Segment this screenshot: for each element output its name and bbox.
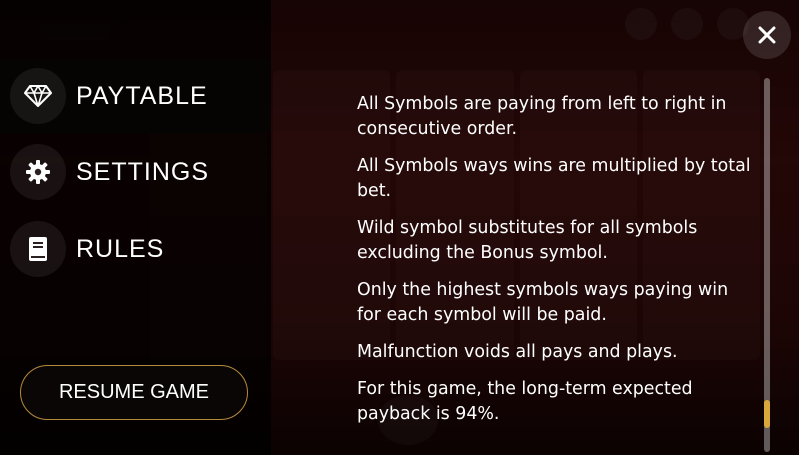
- menu-item-label: PAYTABLE: [76, 81, 208, 110]
- scrollbar[interactable]: [764, 78, 770, 452]
- book-icon: [10, 221, 66, 277]
- rule-text: For this game, the long-term expected pa…: [357, 379, 693, 424]
- resume-game-button[interactable]: RESUME GAME: [20, 365, 248, 420]
- scrollbar-thumb[interactable]: [764, 400, 770, 428]
- paytable-content: All Symbols are paying from left to righ…: [357, 92, 752, 439]
- menu-item-paytable[interactable]: PAYTABLE: [0, 59, 271, 133]
- rule-text: Only the highest symbols ways paying win…: [357, 280, 729, 325]
- rule-text: All Symbols are paying from left to righ…: [357, 94, 727, 139]
- close-button[interactable]: [743, 11, 791, 59]
- menu-sidebar: PAYTABLE SETTINGS RULES RESUME GAME: [0, 0, 271, 455]
- close-icon: [758, 26, 776, 44]
- rule-text: Wild symbol substitutes for all symbols …: [357, 218, 698, 263]
- rule-text: All Symbols ways wins are multiplied by …: [357, 156, 751, 201]
- menu-item-label: RULES: [76, 234, 165, 263]
- rule-text: Malfunction voids all pays and plays.: [357, 342, 678, 362]
- menu-item-rules[interactable]: RULES: [0, 212, 271, 286]
- diamond-icon: [10, 68, 66, 124]
- gear-icon: [10, 144, 66, 200]
- menu-item-settings[interactable]: SETTINGS: [0, 135, 271, 209]
- menu-item-label: SETTINGS: [76, 157, 210, 186]
